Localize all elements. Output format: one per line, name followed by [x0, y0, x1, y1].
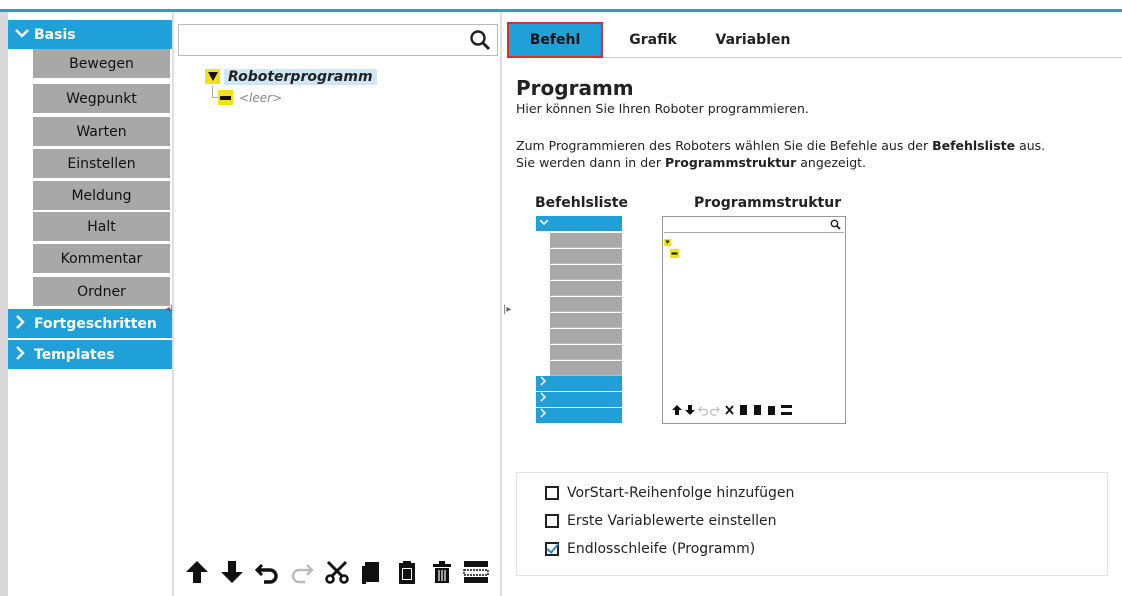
command-item-label: Meldung: [71, 187, 132, 204]
mini-search-icon: [830, 219, 841, 230]
tab-label: Grafik: [629, 32, 677, 48]
mini-item: [550, 313, 622, 328]
mini-command-list-illustration: [536, 216, 622, 424]
tree-toolbar: [174, 548, 500, 596]
program-options-box: VorStart-Reihenfolge hinzufügen Erste Va…: [516, 472, 1108, 576]
option-loop-forever[interactable]: Endlosschleife (Programm): [545, 541, 755, 557]
instruction-text: aus.: [1015, 138, 1046, 153]
command-item-meldung[interactable]: Meldung: [33, 181, 170, 210]
empty-node-icon: [218, 90, 233, 105]
command-item-label: Bewegen: [69, 55, 134, 72]
instruction-line-1: Zum Programmieren des Roboters wählen Si…: [516, 138, 1045, 153]
initial-variables-checkbox[interactable]: [545, 514, 559, 528]
mini-item: [550, 329, 622, 344]
intro-text: Hier können Sie Ihren Roboter programmie…: [516, 101, 809, 116]
mini-category: [536, 376, 622, 391]
mini-item: [550, 297, 622, 312]
command-item-ordner[interactable]: Ordner: [33, 277, 170, 306]
category-basis-label: Basis: [34, 26, 76, 43]
mini-tree-icon: [664, 239, 679, 258]
mini-item: [550, 265, 622, 280]
move-down-icon[interactable]: [218, 557, 246, 587]
command-item-label: Warten: [76, 123, 127, 140]
mini-category: [536, 408, 622, 423]
command-item-wegpunkt[interactable]: Wegpunkt: [33, 84, 170, 113]
instruction-bold: Befehlsliste: [932, 138, 1016, 153]
tree-root-label: Roboterprogramm: [224, 68, 377, 85]
redo-icon[interactable]: [288, 557, 316, 587]
category-templates[interactable]: Templates: [8, 340, 172, 369]
mini-item: [550, 345, 622, 360]
program-tree-panel: Roboterprogramm <leer>: [172, 12, 502, 596]
tree-node-root[interactable]: Roboterprogramm: [205, 67, 377, 86]
option-label: Erste Variablewerte einstellen: [567, 513, 777, 529]
suppress-icon[interactable]: [462, 557, 490, 587]
command-item-kommentar[interactable]: Kommentar: [33, 244, 170, 273]
expand-triangle-icon[interactable]: [205, 69, 220, 84]
collapse-right-handle[interactable]: |▸: [503, 304, 511, 315]
instruction-text: Zum Programmieren des Roboters wählen Si…: [516, 138, 933, 153]
command-item-label: Ordner: [77, 283, 126, 300]
move-up-icon[interactable]: [183, 557, 211, 587]
instruction-text: Sie werden dann in der: [516, 155, 665, 170]
command-item-label: Kommentar: [60, 250, 143, 267]
option-initial-variables[interactable]: Erste Variablewerte einstellen: [545, 513, 777, 529]
chevron-right-icon: [14, 314, 30, 334]
command-item-label: Einstellen: [67, 155, 136, 172]
mini-toolbar: [671, 404, 841, 419]
category-templates-label: Templates: [34, 346, 115, 363]
command-item-bewegen[interactable]: Bewegen: [33, 49, 170, 78]
instruction-text: angezeigt.: [796, 155, 867, 170]
tab-label: Befehl: [529, 32, 581, 48]
command-item-warten[interactable]: Warten: [33, 117, 170, 146]
chevron-down-icon: [14, 27, 30, 43]
tab-label: Variablen: [715, 32, 791, 48]
paste-icon[interactable]: [393, 557, 421, 587]
undo-icon[interactable]: [253, 557, 281, 587]
mini-item: [550, 233, 622, 248]
mini-item: [550, 361, 622, 376]
tree-node-empty[interactable]: <leer>: [218, 90, 282, 105]
option-prestart[interactable]: VorStart-Reihenfolge hinzufügen: [545, 485, 794, 501]
mini-category: [536, 216, 622, 231]
option-label: Endlosschleife (Programm): [567, 541, 756, 557]
loop-forever-checkbox[interactable]: [545, 542, 559, 556]
mini-category: [536, 392, 622, 407]
option-label: VorStart-Reihenfolge hinzufügen: [567, 485, 795, 501]
mini-program-structure-illustration: [662, 216, 846, 424]
tree-empty-label: <leer>: [239, 90, 283, 105]
tab-variablen[interactable]: Variablen: [703, 22, 803, 58]
tree-search-input[interactable]: [178, 24, 498, 56]
mini-item: [550, 249, 622, 264]
instruction-bold: Programmstruktur: [664, 155, 797, 170]
tab-befehl[interactable]: Befehl: [507, 22, 603, 58]
command-item-einstellen[interactable]: Einstellen: [33, 149, 170, 178]
delete-icon[interactable]: [428, 557, 456, 587]
tab-bar: Befehl Grafik Variablen: [507, 22, 1122, 58]
command-item-halt[interactable]: Halt: [33, 212, 170, 241]
category-fortgeschritten-label: Fortgeschritten: [34, 315, 157, 332]
category-fortgeschritten[interactable]: Fortgeschritten: [8, 309, 172, 338]
copy-icon[interactable]: [358, 557, 386, 587]
chevron-right-icon: [14, 345, 30, 365]
tab-grafik[interactable]: Grafik: [617, 22, 689, 58]
command-item-label: Wegpunkt: [66, 90, 137, 107]
mini-item: [550, 281, 622, 296]
prestart-checkbox[interactable]: [545, 486, 559, 500]
mini-befehlsliste-title: Befehlsliste: [535, 195, 628, 211]
top-bar: [0, 0, 1122, 12]
cut-icon[interactable]: [323, 557, 351, 587]
command-item-label: Halt: [87, 218, 116, 235]
page-title: Programm: [516, 76, 634, 100]
search-icon[interactable]: [469, 29, 491, 51]
category-basis[interactable]: Basis: [8, 20, 172, 49]
command-list-edge: [0, 12, 8, 596]
instruction-line-2: Sie werden dann in der Programmstruktur …: [516, 155, 866, 170]
mini-search: [664, 218, 844, 233]
mini-programmstruktur-title: Programmstruktur: [694, 195, 842, 211]
